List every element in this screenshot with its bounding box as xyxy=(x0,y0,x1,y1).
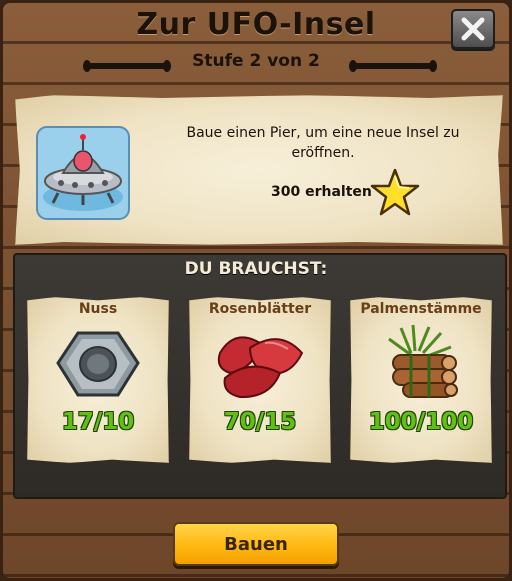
quest-description: Baue einen Pier, um eine neue Insel zu e… xyxy=(186,125,460,161)
palm-logs-icon xyxy=(388,324,458,398)
quest-dialog: Zur UFO-Insel Stufe 2 von 2 Baue einen P… xyxy=(0,0,512,581)
requirement-label: Palmenstämme xyxy=(360,301,482,317)
reward-text: 300 erhalten xyxy=(271,184,372,200)
requirement-card-nut: Nuss 17/10 xyxy=(27,297,169,463)
close-icon xyxy=(461,17,485,41)
requirement-count: 17/10 xyxy=(61,409,135,435)
requirement-card-palm-logs: Palmenstämme 100/100 xyxy=(350,297,492,463)
close-button[interactable] xyxy=(451,9,495,49)
bone-divider-right xyxy=(349,60,437,72)
ufo-icon xyxy=(36,126,130,220)
nut-icon xyxy=(56,331,140,397)
dialog-title: Zur UFO-Insel xyxy=(136,7,376,42)
build-button-label: Bauen xyxy=(224,533,288,555)
star-icon xyxy=(370,168,420,216)
requirement-count: 100/100 xyxy=(368,409,474,435)
requirements-heading: DU BRAUCHST: xyxy=(184,259,328,279)
requirement-card-rose-petals: Rosenblätter 70/15 xyxy=(189,297,331,463)
build-button[interactable]: Bauen xyxy=(173,522,339,566)
requirement-label: Rosenblätter xyxy=(208,301,312,317)
rose-petals-icon xyxy=(217,336,304,399)
requirement-count: 70/15 xyxy=(223,409,297,435)
requirement-label: Nuss xyxy=(78,301,118,317)
